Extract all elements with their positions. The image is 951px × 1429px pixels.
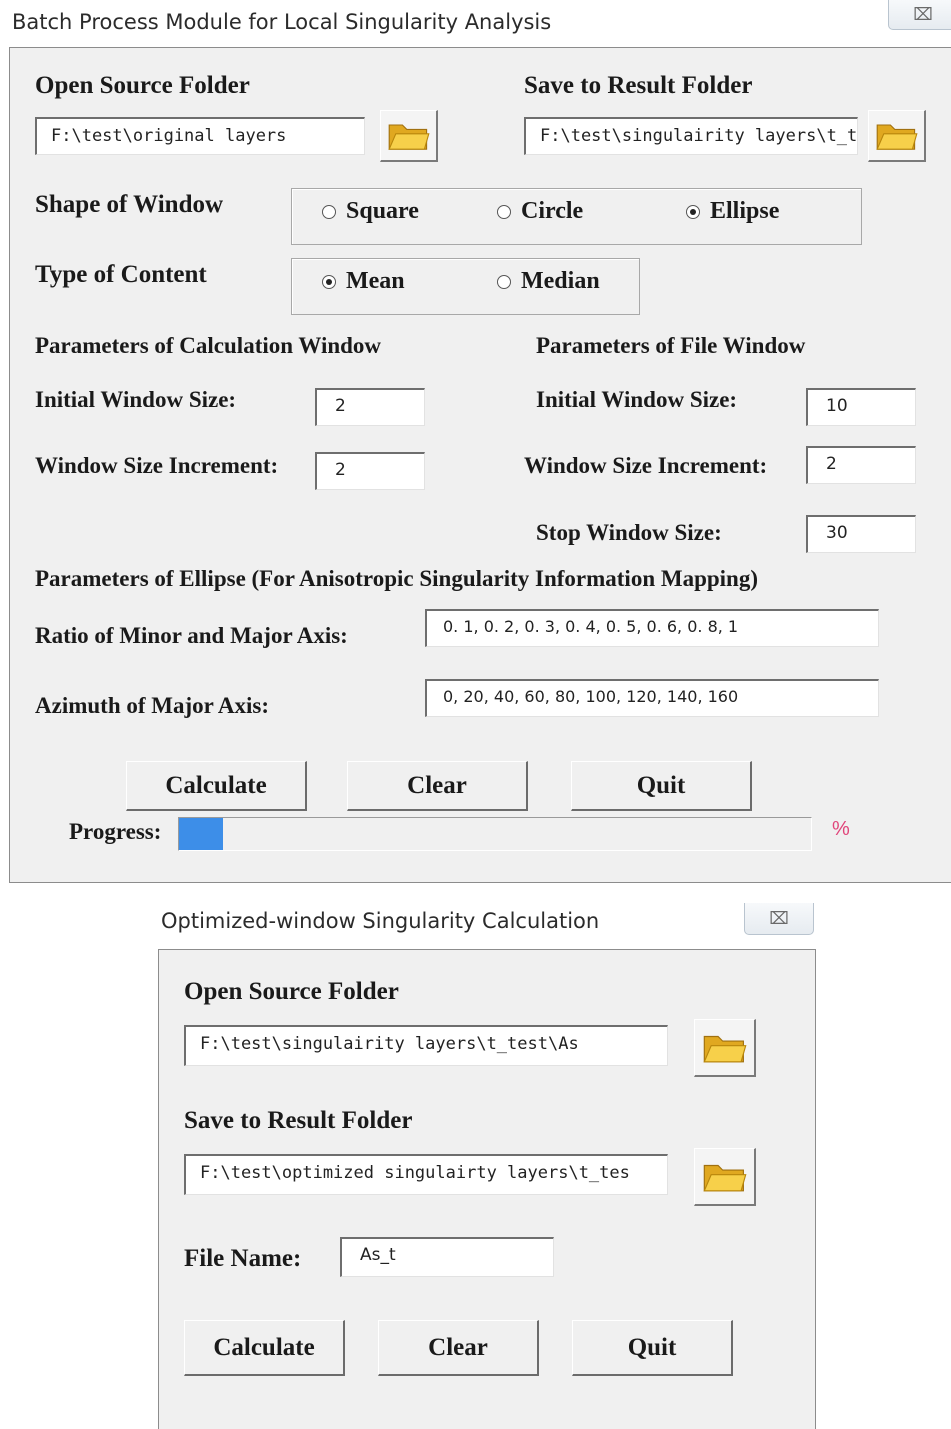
clear-button[interactable]: Clear <box>347 761 528 811</box>
radio-ellipse[interactable]: Ellipse <box>686 198 779 225</box>
radio-indicator <box>322 204 336 219</box>
percent-sign: % <box>832 818 850 840</box>
close-button[interactable]: ⌧ <box>888 0 951 30</box>
azimuth-label: Azimuth of Major Axis: <box>35 693 270 718</box>
browse-result-button[interactable] <box>868 110 926 162</box>
radio-indicator <box>322 274 336 289</box>
window-title: Batch Process Module for Local Singulari… <box>12 10 552 34</box>
file-stop-size-input[interactable]: 30 <box>806 515 916 553</box>
calculate-button[interactable]: Calculate <box>184 1320 345 1376</box>
close-icon: ⌧ <box>913 4 933 25</box>
open-source-folder-label: Open Source Folder <box>35 72 250 99</box>
calc-increment-label: Window Size Increment: <box>35 453 279 478</box>
browse-result-button[interactable] <box>694 1148 756 1206</box>
close-button[interactable]: ⌧ <box>744 903 814 935</box>
shape-of-window-label: Shape of Window <box>35 191 224 218</box>
radio-median[interactable]: Median <box>497 268 600 295</box>
calc-window-header: Parameters of Calculation Window <box>35 333 382 358</box>
radio-indicator <box>497 274 511 289</box>
radio-indicator <box>497 204 511 219</box>
calculate-button[interactable]: Calculate <box>126 761 307 811</box>
clear-button[interactable]: Clear <box>378 1320 539 1376</box>
radio-label: Ellipse <box>710 198 780 224</box>
progress-fill <box>179 818 224 850</box>
file-initial-size-label: Initial Window Size: <box>536 387 738 412</box>
quit-button[interactable]: Quit <box>571 761 752 811</box>
progress-bar <box>178 817 812 851</box>
azimuth-input[interactable]: 0, 20, 40, 60, 80, 100, 120, 140, 160 <box>425 679 879 717</box>
open-source-path-field[interactable]: F:\test\original layers <box>35 117 365 155</box>
radio-indicator <box>686 204 700 219</box>
close-icon: ⌧ <box>769 908 789 929</box>
folder-icon <box>875 118 919 154</box>
radio-mean[interactable]: Mean <box>322 268 405 295</box>
folder-icon <box>702 1158 748 1196</box>
ellipse-params-header: Parameters of Ellipse (For Anisotropic S… <box>35 566 758 591</box>
folder-icon <box>387 118 431 154</box>
quit-button[interactable]: Quit <box>572 1320 733 1376</box>
radio-label: Circle <box>521 198 584 224</box>
open-source-path-field[interactable]: F:\test\singulairity layers\t_test\As <box>184 1025 668 1066</box>
file-increment-input[interactable]: 2 <box>806 446 916 484</box>
folder-icon <box>702 1029 748 1067</box>
calc-initial-size-label: Initial Window Size: <box>35 387 237 412</box>
ratio-input[interactable]: 0. 1, 0. 2, 0. 3, 0. 4, 0. 5, 0. 6, 0. 8… <box>425 609 879 647</box>
radio-label: Median <box>521 268 600 294</box>
save-result-folder-label: Save to Result Folder <box>184 1107 413 1134</box>
calc-initial-size-input[interactable]: 2 <box>315 388 425 426</box>
browse-source-button[interactable] <box>380 110 438 162</box>
file-increment-label: Window Size Increment: <box>524 453 768 478</box>
file-stop-size-label: Stop Window Size: <box>536 520 722 545</box>
file-name-label: File Name: <box>184 1245 302 1272</box>
calc-increment-input[interactable]: 2 <box>315 452 425 490</box>
window-title: Optimized-window Singularity Calculation <box>161 909 600 933</box>
file-window-header: Parameters of File Window <box>536 333 806 358</box>
file-name-input[interactable]: As_t <box>340 1237 554 1277</box>
radio-square[interactable]: Square <box>322 198 419 225</box>
file-initial-size-input[interactable]: 10 <box>806 388 916 426</box>
save-result-path-field[interactable]: F:\test\optimized singulairty layers\t_t… <box>184 1154 668 1195</box>
radio-label: Mean <box>346 268 405 294</box>
open-source-folder-label: Open Source Folder <box>184 978 399 1005</box>
ratio-label: Ratio of Minor and Major Axis: <box>35 623 348 648</box>
progress-label: Progress: <box>69 819 162 844</box>
type-of-content-label: Type of Content <box>35 261 207 288</box>
save-result-path-field[interactable]: F:\test\singulairity layers\t_t <box>524 117 858 155</box>
radio-label: Square <box>346 198 419 224</box>
browse-source-button[interactable] <box>694 1019 756 1077</box>
radio-circle[interactable]: Circle <box>497 198 583 225</box>
save-result-folder-label: Save to Result Folder <box>524 72 753 99</box>
